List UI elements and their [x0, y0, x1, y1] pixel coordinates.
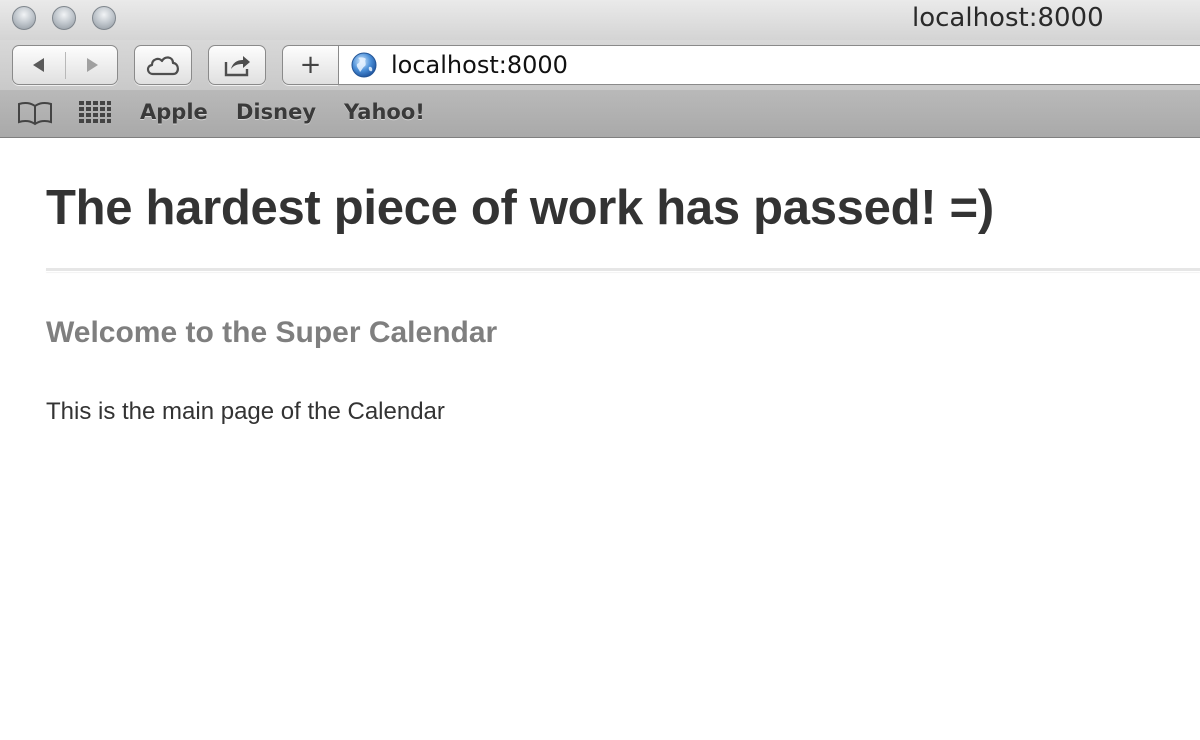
forward-button[interactable]	[66, 46, 118, 84]
bookmarks-bar: Apple Disney Yahoo!	[0, 90, 1200, 138]
globe-icon	[351, 52, 377, 78]
forward-arrow-icon	[87, 58, 98, 72]
page-subheading: Welcome to the Super Calendar	[46, 316, 498, 349]
icloud-tabs-button[interactable]	[134, 45, 192, 85]
toolbar: + localhost:8000	[0, 40, 1200, 90]
add-bookmark-button[interactable]: +	[282, 45, 338, 85]
title-bar: localhost:8000	[0, 0, 1200, 40]
share-button[interactable]	[208, 45, 266, 85]
grid-icon[interactable]	[78, 100, 112, 124]
bookmark-yahoo[interactable]: Yahoo!	[344, 100, 425, 124]
back-forward-group	[12, 45, 118, 85]
close-window-button[interactable]	[12, 6, 36, 30]
cloud-icon	[146, 56, 179, 76]
back-arrow-icon	[33, 58, 44, 72]
address-bar[interactable]: localhost:8000	[338, 45, 1200, 85]
page-body-text: This is the main page of the Calendar	[46, 398, 445, 425]
zoom-window-button[interactable]	[92, 6, 116, 30]
minimize-window-button[interactable]	[52, 6, 76, 30]
page-content: The hardest piece of work has passed! =)…	[0, 138, 1200, 740]
share-icon	[224, 56, 250, 77]
back-button[interactable]	[13, 46, 65, 84]
heading-divider	[46, 268, 1200, 272]
book-icon[interactable]	[16, 100, 54, 126]
plus-icon: +	[299, 50, 322, 80]
bookmark-disney[interactable]: Disney	[236, 100, 316, 124]
bookmark-apple[interactable]: Apple	[140, 100, 208, 124]
address-text: localhost:8000	[391, 51, 568, 79]
page-heading: The hardest piece of work has passed! =)	[46, 181, 994, 235]
window-title: localhost:8000	[912, 3, 1104, 33]
browser-window: localhost:8000 + localhost:8000 Apple Di…	[0, 0, 1200, 740]
